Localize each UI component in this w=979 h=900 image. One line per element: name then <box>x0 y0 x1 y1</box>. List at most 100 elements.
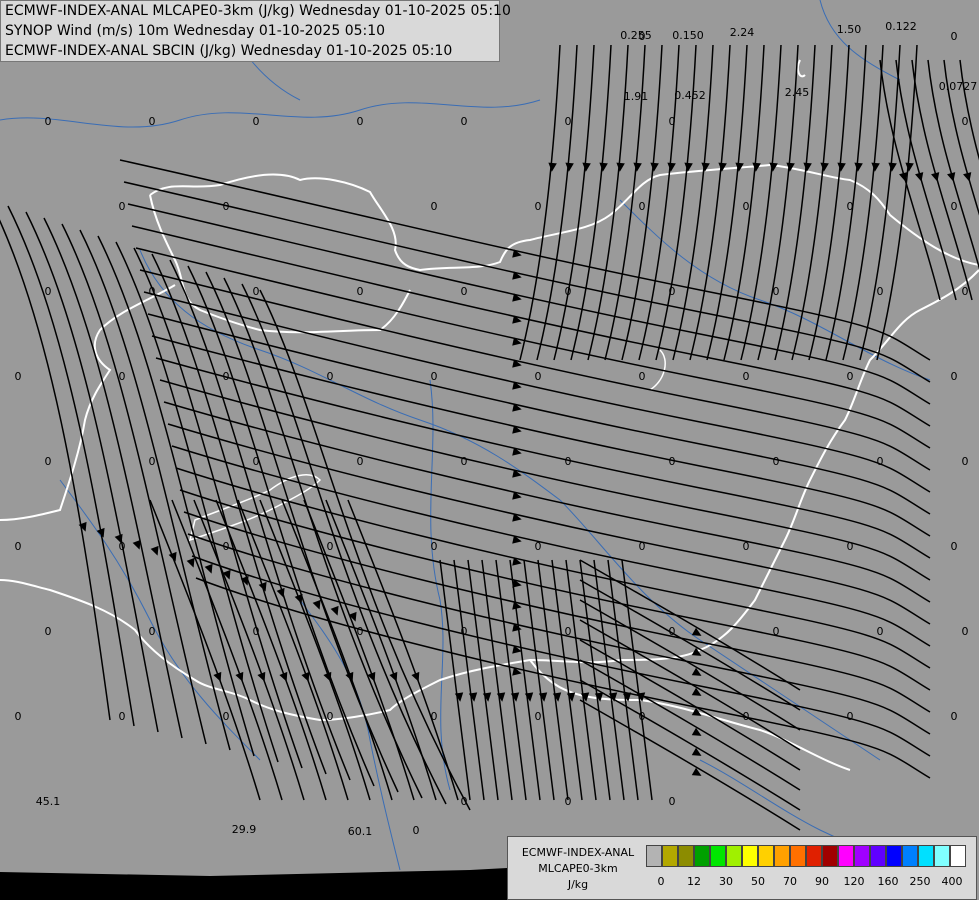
sbcin-value: 0 <box>461 115 468 128</box>
sbcin-value: 0 <box>223 540 230 553</box>
sbcin-value: 0 <box>535 200 542 213</box>
sbcin-value: 1.50 <box>837 23 862 36</box>
weather-map: 00.000800.2550.1502.2401.500.12200000000… <box>0 0 979 900</box>
sbcin-value: 0 <box>847 540 854 553</box>
legend-swatch <box>918 845 934 867</box>
sbcin-value: 0 <box>45 625 52 638</box>
sbcin-value: 0 <box>951 370 958 383</box>
sbcin-value: 0 <box>535 370 542 383</box>
sbcin-value: 0 <box>357 115 364 128</box>
legend-swatch <box>758 845 774 867</box>
legend-title-variable: MLCAPE0-3km <box>538 862 618 875</box>
legend-swatch <box>838 845 854 867</box>
legend-tick-label: 12 <box>687 875 701 888</box>
sbcin-value: 0.255 <box>620 29 652 42</box>
legend-swatches <box>646 845 966 867</box>
legend-tick-label: 50 <box>751 875 765 888</box>
sbcin-value: 0 <box>565 115 572 128</box>
legend-title-unit: J/kg <box>567 878 589 891</box>
sbcin-value: 0 <box>357 625 364 638</box>
legend-swatch <box>854 845 870 867</box>
legend-swatch <box>662 845 678 867</box>
sbcin-value: 0 <box>15 370 22 383</box>
legend-swatch <box>806 845 822 867</box>
legend-swatch <box>678 845 694 867</box>
sbcin-value: 0 <box>431 710 438 723</box>
sbcin-value: 0 <box>431 540 438 553</box>
legend-title: ECMWF-INDEX-ANAL MLCAPE0-3km J/kg <box>512 845 644 893</box>
sbcin-value: 0 <box>773 625 780 638</box>
sbcin-value: 0 <box>357 285 364 298</box>
sbcin-value: 1.91 <box>624 90 649 103</box>
sbcin-value: 0 <box>565 795 572 808</box>
sbcin-value: 0 <box>669 285 676 298</box>
sbcin-value: 0 <box>877 285 884 298</box>
header-line-mlcape: ECMWF-INDEX-ANAL MLCAPE0-3km (J/kg) Wedn… <box>5 3 511 19</box>
sbcin-value: 0 <box>535 540 542 553</box>
sbcin-value: 0 <box>951 710 958 723</box>
sbcin-value: 29.9 <box>232 823 257 836</box>
sbcin-value: 0 <box>357 455 364 468</box>
sbcin-value: 0 <box>669 115 676 128</box>
sbcin-value: 0 <box>45 285 52 298</box>
sbcin-value: 2.24 <box>730 26 755 39</box>
sbcin-value: 0 <box>773 455 780 468</box>
sbcin-value: 0 <box>877 455 884 468</box>
legend-tick-label: 0 <box>657 875 665 888</box>
sbcin-value: 0 <box>431 200 438 213</box>
sbcin-value: 0 <box>743 370 750 383</box>
legend-tick-label: 70 <box>783 875 797 888</box>
sbcin-value: 0 <box>639 200 646 213</box>
legend-swatch <box>870 845 886 867</box>
sbcin-value: 0 <box>743 200 750 213</box>
sbcin-value: 0 <box>431 370 438 383</box>
legend-swatch <box>774 845 790 867</box>
sbcin-value: 0 <box>15 710 22 723</box>
sbcin-value: 0 <box>565 455 572 468</box>
sbcin-value: 0 <box>669 625 676 638</box>
sbcin-value: 0 <box>223 370 230 383</box>
sbcin-value: 0 <box>847 200 854 213</box>
sbcin-value: 0 <box>119 200 126 213</box>
sbcin-value: 0 <box>669 455 676 468</box>
sbcin-value: 0 <box>877 625 884 638</box>
sbcin-value: 0 <box>223 710 230 723</box>
sbcin-value: 2.45 <box>785 86 810 99</box>
sbcin-value: 0.0727 <box>939 80 978 93</box>
sbcin-value: 0 <box>535 710 542 723</box>
sbcin-value: 0 <box>327 540 334 553</box>
sbcin-value: 0 <box>253 285 260 298</box>
legend-swatch <box>710 845 726 867</box>
legend-swatch <box>790 845 806 867</box>
sbcin-value: 0.122 <box>885 20 917 33</box>
legend-tick-label: 30 <box>719 875 733 888</box>
sbcin-value: 0.150 <box>672 29 704 42</box>
sbcin-value: 0 <box>639 30 646 43</box>
header-line-sbcin: ECMWF-INDEX-ANAL SBCIN (J/kg) Wednesday … <box>5 43 453 59</box>
sbcin-value: 0 <box>639 370 646 383</box>
sbcin-value: 0 <box>461 625 468 638</box>
legend-tick-label: 250 <box>909 875 931 888</box>
legend-tick-label: 90 <box>815 875 829 888</box>
sbcin-value: 0 <box>253 115 260 128</box>
sbcin-value: 0 <box>461 795 468 808</box>
legend-swatch <box>726 845 742 867</box>
sbcin-value: 0 <box>253 455 260 468</box>
sbcin-value: 0 <box>951 200 958 213</box>
legend-swatch <box>934 845 950 867</box>
sbcin-value: 0 <box>962 455 969 468</box>
sbcin-value: 0 <box>327 370 334 383</box>
sbcin-value: 0 <box>119 370 126 383</box>
sbcin-value: 0 <box>951 30 958 43</box>
sbcin-value: 0 <box>149 285 156 298</box>
sbcin-value: 0 <box>461 455 468 468</box>
sbcin-value: 0 <box>119 710 126 723</box>
sbcin-value: 0 <box>45 455 52 468</box>
sbcin-value: 0 <box>413 824 420 837</box>
sbcin-value: 0 <box>847 710 854 723</box>
color-legend: ECMWF-INDEX-ANAL MLCAPE0-3km J/kg 0 12 30 5… <box>507 836 977 900</box>
sbcin-value: 0 <box>565 625 572 638</box>
sbcin-value: 0 <box>639 540 646 553</box>
sbcin-value: 0 <box>773 285 780 298</box>
sbcin-value: 0.452 <box>674 89 706 102</box>
